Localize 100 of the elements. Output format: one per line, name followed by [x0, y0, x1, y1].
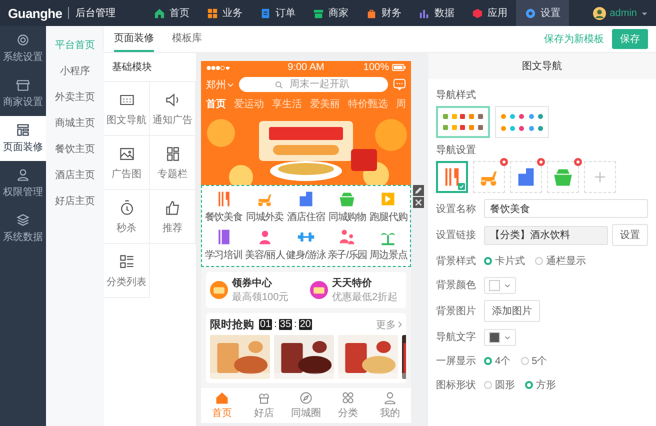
field-label: 导航文字 [436, 330, 477, 344]
edit-button[interactable] [413, 185, 424, 196]
color-picker[interactable] [484, 328, 516, 346]
module-item[interactable]: 通知广告 [150, 82, 196, 136]
delete-button[interactable] [413, 197, 424, 208]
module-item[interactable]: 秒杀 [104, 190, 150, 244]
nav-icon-tile[interactable] [436, 161, 468, 193]
promo-subtitle: 优惠最低2折起 [332, 290, 398, 304]
nav-grid-item[interactable]: 健身/游泳 [285, 228, 327, 262]
nav-item[interactable]: 订单 [251, 0, 304, 26]
page-list-item[interactable]: 外卖主页 [55, 84, 95, 110]
layout-icon [16, 123, 30, 137]
field-label: 背景样式 [436, 254, 477, 268]
sidebar-item[interactable]: 系统设置 [0, 26, 46, 71]
nav-style-thumbnail[interactable] [436, 106, 490, 138]
nav-item[interactable]: 首页 [145, 0, 198, 26]
nav-item[interactable]: 应用 [463, 0, 516, 26]
search-field[interactable]: 周末一起开趴 [239, 77, 388, 92]
bottom-tab[interactable]: 分类 [327, 391, 369, 420]
compass-icon [299, 391, 313, 405]
page-list-item[interactable]: 酒店主页 [55, 162, 95, 188]
user-icon [16, 168, 30, 182]
sidebar-item[interactable]: 商家设置 [0, 71, 46, 116]
chevron-down-icon [227, 81, 234, 88]
add-tile-button[interactable] [584, 161, 616, 193]
battery-icon [392, 64, 406, 71]
user-menu[interactable]: admin [592, 6, 648, 20]
promo-card[interactable]: 天天特价 优惠最低2折起 [306, 272, 406, 308]
nav-item[interactable]: 财务 [357, 0, 410, 26]
nav-item[interactable]: 数据 [410, 0, 464, 26]
signal-icon [206, 64, 230, 70]
countdown-digits: 20 [298, 319, 312, 330]
promo-card[interactable]: 领券中心 最高领100元 [206, 272, 306, 308]
nav-grid-item[interactable]: 周边景点 [368, 228, 409, 262]
layers-icon [16, 213, 30, 227]
module-item[interactable]: 广告图 [104, 136, 150, 190]
plus-icon [594, 171, 606, 183]
module-item[interactable]: 专题栏 [150, 136, 196, 190]
promo-title: 天天特价 [332, 276, 373, 290]
avatar-icon [592, 6, 606, 20]
sidebar-item[interactable]: 系统数据 [0, 206, 46, 251]
message-icon[interactable] [393, 78, 406, 91]
nav-grid-item[interactable]: 学习培训 [203, 228, 244, 262]
panel-title: 图文导航 [428, 53, 656, 79]
pencil-icon [413, 185, 424, 196]
sidebar-item[interactable]: 权限管理 [0, 161, 46, 206]
battery-level: 100% [363, 62, 389, 73]
sidebar-item[interactable]: 页面装修 [0, 116, 46, 161]
color-picker[interactable] [484, 276, 516, 294]
field-label: 一屏显示 [436, 355, 477, 368]
nav-style-thumbnail[interactable] [495, 106, 549, 138]
module-item[interactable]: 图文导航 [104, 82, 150, 136]
bottom-tab[interactable]: 好店 [243, 391, 285, 420]
field-label: 设置链接 [436, 228, 477, 242]
user-icon [383, 391, 397, 405]
page-list-item[interactable]: 商城主页 [55, 110, 95, 136]
nav-item[interactable]: 商家 [304, 0, 358, 26]
logo: Guanghe [8, 6, 62, 20]
nav-item[interactable]: 设置 [516, 0, 570, 26]
more-link[interactable]: 更多 [376, 318, 402, 332]
house-icon [215, 391, 229, 405]
module-item[interactable]: 分类列表 [104, 244, 150, 298]
nav-grid-item[interactable]: 美容/丽人 [244, 228, 286, 262]
nav-grid-item[interactable]: 跑腿代购 [368, 190, 409, 224]
nav-item[interactable]: 业务 [198, 0, 252, 26]
app-title: 后台管理 [75, 6, 116, 20]
radio-option[interactable]: 圆形 [484, 378, 515, 392]
remove-icon[interactable] [537, 158, 545, 166]
countdown-digits: 35 [278, 319, 292, 330]
settings-icon [16, 33, 30, 47]
nav-grid-item[interactable]: 同城购物 [326, 190, 368, 224]
remove-icon[interactable] [574, 158, 582, 166]
nav-grid-item[interactable]: 酒店住宿 [285, 190, 327, 224]
bottom-tab[interactable]: 同城圈 [285, 391, 327, 420]
radio-option[interactable]: 5个 [520, 354, 548, 368]
shop-icon [257, 391, 271, 405]
nav-grid[interactable]: 餐饮美食 同城外卖 酒店住宿 同城购物 跑腿代购 学习培训 美容/丽人健身/游泳亲子/乐园 周边景点 [201, 185, 411, 267]
module-item[interactable]: 推荐 [150, 190, 196, 244]
nav-grid-item[interactable]: 同城外卖 [244, 190, 286, 224]
field-label: 设置名称 [436, 202, 477, 216]
page-list-item[interactable]: 好店主页 [55, 188, 95, 214]
flash-sale-title: 限时抢购 [210, 318, 254, 332]
page-list-item[interactable]: 小程序 [60, 58, 90, 84]
check-icon [458, 183, 465, 190]
link-field[interactable]: 【分类】酒水饮料 [484, 226, 608, 244]
remove-icon[interactable] [500, 158, 508, 166]
radio-option[interactable]: 通栏显示 [535, 254, 586, 268]
bottom-tab[interactable]: 我的 [369, 391, 411, 420]
store-icon [16, 78, 30, 92]
add-image-button[interactable]: 添加图片 [484, 300, 540, 322]
name-field[interactable]: 餐饮美食 [484, 199, 648, 218]
radio-option[interactable]: 方形 [525, 378, 556, 392]
page-list-item[interactable]: 餐饮主页 [55, 136, 95, 162]
radio-option[interactable]: 4个 [484, 354, 511, 368]
nav-grid-item[interactable]: 亲子/乐园 [326, 228, 368, 262]
search-icon [275, 81, 283, 89]
radio-option[interactable]: 卡片式 [484, 254, 525, 268]
set-link-button[interactable]: 设置 [612, 224, 648, 246]
nav-grid-item[interactable]: 餐饮美食 [203, 190, 244, 224]
tab[interactable]: 模板库 [172, 26, 202, 52]
